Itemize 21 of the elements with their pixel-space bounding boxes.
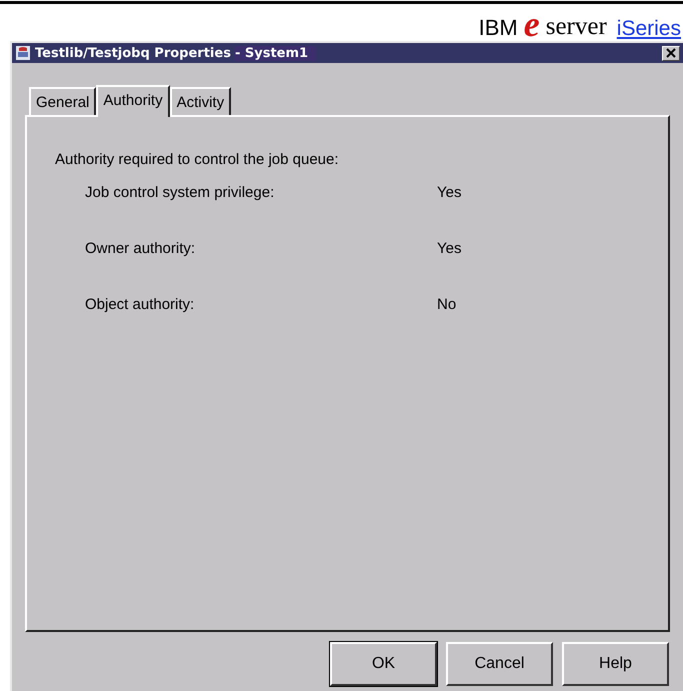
field-value: Yes <box>437 184 462 203</box>
app-icon <box>15 45 31 61</box>
tab[interactable]: Authority <box>96 85 170 117</box>
tab[interactable]: General <box>29 87 96 115</box>
field-label: Object authority: <box>85 296 196 315</box>
section-heading: Authority required to control the job queue: <box>55 151 340 168</box>
dialog-button[interactable]: Help <box>562 642 669 686</box>
dialog-button[interactable]: Cancel <box>446 642 553 686</box>
window-title: Testlib/Testjobq Properties <box>35 46 231 60</box>
brand-link[interactable]: iSeries <box>616 17 681 41</box>
brand-logo: e <box>524 7 540 41</box>
field-value: Yes <box>437 240 462 259</box>
tab[interactable]: Activity <box>170 87 232 115</box>
brand-name: IBM <box>478 15 518 41</box>
field-label: Owner authority: <box>85 240 196 259</box>
system-name: - System1 <box>234 46 316 60</box>
field-value: No <box>437 296 456 315</box>
dialog-button[interactable]: OK <box>330 642 437 686</box>
brand-product: server <box>546 13 607 41</box>
field-label: Job control system privilege: <box>85 184 276 203</box>
close-button[interactable] <box>662 46 680 60</box>
